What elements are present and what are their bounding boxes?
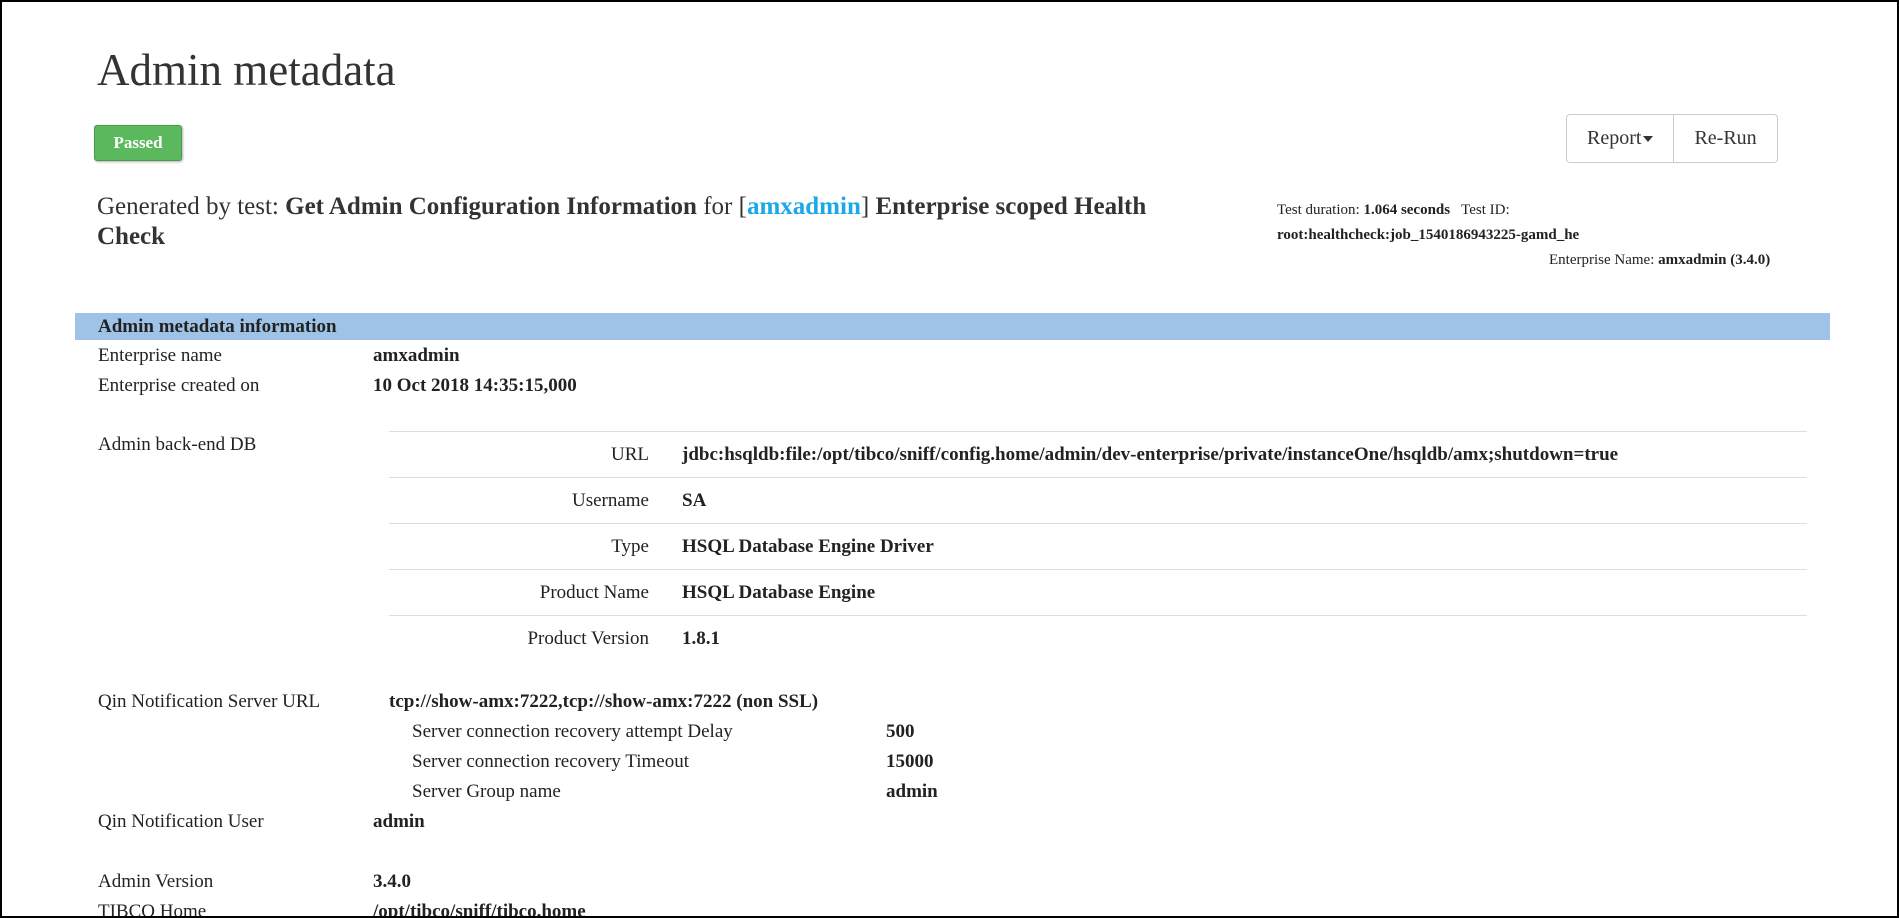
page-title: Admin metadata [97, 45, 396, 95]
table-row: Username SA [389, 477, 1807, 523]
row-label: Qin Notification User [98, 811, 264, 832]
caret-down-icon [1643, 136, 1654, 143]
row-label: TIBCO Home [98, 901, 207, 918]
row-label: Enterprise name [98, 345, 222, 366]
report-label: Report [1587, 127, 1642, 149]
test-duration: Test duration: 1.064 seconds Test ID: [1277, 202, 1510, 219]
ent-value: amxadmin (3.4.0) [1658, 252, 1771, 268]
report-page: Admin metadata Passed Report Re-Run Gene… [0, 0, 1899, 918]
status-badge: Passed [94, 125, 182, 161]
rerun-button[interactable]: Re-Run [1673, 115, 1776, 162]
generated-prefix: Generated by test: [97, 193, 279, 220]
row-value: admin [373, 811, 425, 832]
table-row: Product Name HSQL Database Engine [389, 569, 1807, 615]
row-label: Admin back-end DB [98, 434, 257, 455]
db-value: HSQL Database Engine Driver [682, 536, 934, 557]
row-value: tcp://show-amx:7222,tcp://show-amx:7222 … [389, 691, 819, 712]
for-text: for [703, 193, 733, 220]
db-key: Type [611, 536, 649, 557]
duration-label: Test duration: [1277, 202, 1360, 218]
sub-label: Server connection recovery Timeout [412, 751, 690, 772]
section-header: Admin metadata information [75, 313, 1830, 340]
db-table: URL jdbc:hsqldb:file:/opt/tibco/sniff/con… [389, 431, 1807, 661]
db-value: jdbc:hsqldb:file:/opt/tibco/sniff/config… [682, 444, 1619, 465]
row-label: Enterprise created on [98, 375, 260, 396]
generated-by: Generated by test: Get Admin Configurati… [97, 192, 1197, 252]
sub-value: 15000 [886, 751, 934, 772]
test-name: Get Admin Configuration Information [285, 193, 697, 220]
row-label: Qin Notification Server URL [98, 691, 321, 712]
row-label: Admin Version [98, 871, 214, 892]
db-value: SA [682, 490, 707, 511]
bracket: ] [860, 193, 870, 220]
sub-label: Server Group name [412, 781, 561, 802]
db-value: 1.8.1 [682, 628, 720, 649]
table-row: Type HSQL Database Engine Driver [389, 523, 1807, 569]
table-row: URL jdbc:hsqldb:file:/opt/tibco/sniff/con… [389, 431, 1807, 477]
table-row: Product Version 1.8.1 [389, 615, 1807, 661]
sub-value: 500 [886, 721, 915, 742]
db-key: URL [611, 444, 649, 465]
db-key: Product Name [539, 582, 649, 603]
bracket: [ [738, 193, 747, 220]
report-dropdown-button[interactable]: Report [1567, 115, 1673, 162]
ent-label: Enterprise Name: [1549, 252, 1655, 268]
db-key: Product Version [527, 628, 649, 649]
testid-label: Test ID: [1461, 202, 1510, 218]
row-value: /opt/tibco/sniff/tibco.home [373, 901, 586, 918]
sub-label: Server connection recovery attempt Delay [412, 721, 733, 742]
db-value: HSQL Database Engine [682, 582, 876, 603]
sub-value: admin [886, 781, 938, 802]
row-value: 3.4.0 [373, 871, 411, 892]
enterprise-link[interactable]: amxadmin [747, 193, 861, 220]
test-id: root:healthcheck:job_1540186943225-gamd_… [1277, 227, 1580, 243]
enterprise-name-info: Enterprise Name: amxadmin (3.4.0) [1549, 252, 1770, 269]
row-value: amxadmin [373, 345, 460, 366]
row-value: 10 Oct 2018 14:35:15,000 [373, 375, 577, 396]
action-button-group: Report Re-Run [1566, 114, 1778, 163]
db-key: Username [571, 490, 649, 511]
duration-value: 1.064 seconds [1363, 202, 1451, 218]
